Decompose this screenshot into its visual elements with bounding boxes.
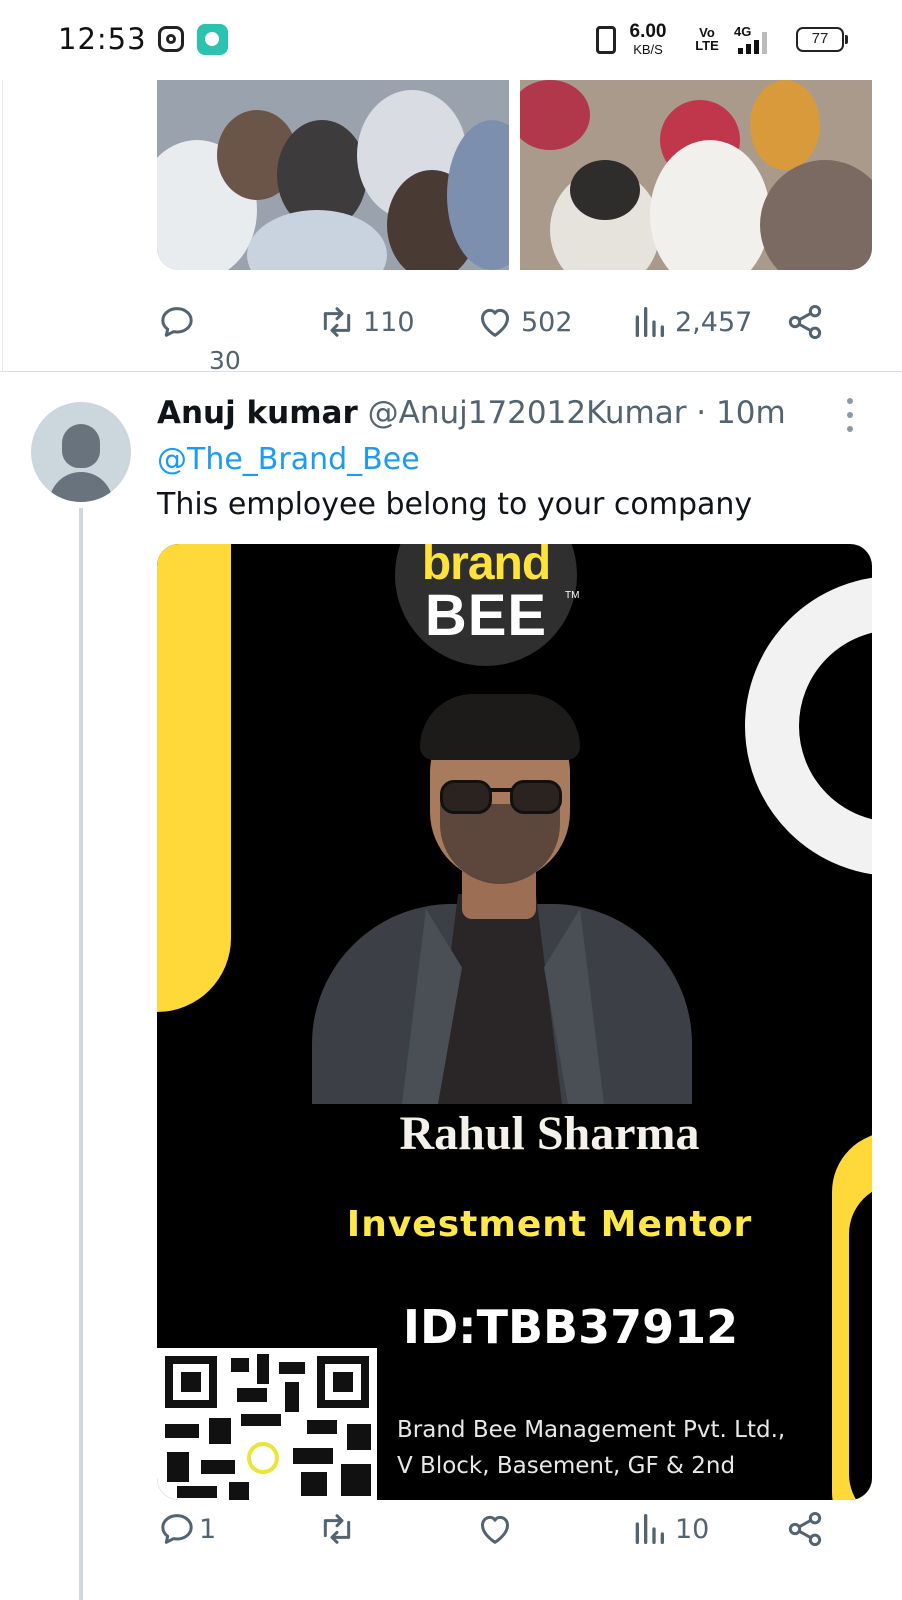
vibrate-icon <box>596 26 616 54</box>
sunglasses <box>440 780 492 814</box>
like-count: 502 <box>521 306 573 338</box>
media-photo-right[interactable] <box>520 80 872 270</box>
retweet-icon <box>323 1514 351 1544</box>
status-bar: 12:53 6.00 KB/S Vo LTE 4G 77 <box>0 0 902 80</box>
heart-icon <box>481 1515 509 1544</box>
decorative-yellow-shape <box>157 544 231 1012</box>
previous-tweet-actions: 110 502 2,457 <box>157 300 847 344</box>
tweet-timestamp[interactable]: · 10m <box>696 395 785 431</box>
status-time: 12:53 <box>58 22 147 56</box>
author-handle[interactable]: @Anuj172012Kumar <box>368 395 687 431</box>
network-speed: 6.00 KB/S <box>629 21 667 57</box>
reply-icon <box>161 1514 193 1544</box>
decorative-ring <box>745 576 872 876</box>
reply-count: 1 <box>199 1513 217 1545</box>
views-icon <box>635 307 664 337</box>
share-icon <box>788 305 822 339</box>
like-button[interactable] <box>475 1507 521 1551</box>
retweet-button[interactable]: 110 <box>317 300 415 344</box>
share-button[interactable] <box>785 1507 825 1551</box>
more-options-button[interactable] <box>838 396 862 436</box>
author-name[interactable]: Anuj kumar <box>157 395 358 431</box>
network-type: 4G <box>734 24 752 39</box>
tweet-actions: 1 10 <box>157 1507 847 1551</box>
qr-code <box>157 1348 377 1500</box>
tweet-header: Anuj kumar @Anuj172012Kumar · 10m <box>157 395 817 435</box>
instagram-icon <box>158 26 184 52</box>
signal-icon: 4G <box>734 24 776 56</box>
thread-line <box>79 508 83 1600</box>
previous-tweet-media[interactable] <box>157 80 872 270</box>
logo-tm: TM <box>565 590 580 601</box>
heart-icon <box>481 308 509 337</box>
retweet-count: 110 <box>363 306 415 338</box>
views-button[interactable]: 2,457 <box>629 300 752 344</box>
mention-link[interactable]: @The_Brand_Bee <box>157 442 420 477</box>
share-icon <box>788 1512 822 1546</box>
avatar[interactable] <box>31 402 131 502</box>
battery-icon: 77 <box>796 27 848 52</box>
employee-photo <box>312 694 692 1104</box>
volte-indicator: Vo LTE <box>695 25 719 53</box>
logo-bee-text: BEE <box>424 583 548 648</box>
view-count: 2,457 <box>675 306 753 338</box>
default-avatar-icon <box>62 424 100 468</box>
views-icon <box>635 1514 664 1544</box>
employee-role: Investment Mentor <box>346 1204 753 1245</box>
messenger-app-icon <box>197 24 228 55</box>
views-button[interactable]: 10 <box>629 1507 709 1551</box>
media-photo-left[interactable] <box>157 80 509 270</box>
share-button[interactable] <box>785 300 825 344</box>
reply-button[interactable]: 1 <box>157 1507 216 1551</box>
tweet-media-image[interactable]: brand BEE TM Rahul Sharma Investment Men… <box>157 544 872 1500</box>
company-address: Brand Bee Management Pvt. Ltd., V Block,… <box>397 1417 786 1479</box>
view-count: 10 <box>675 1513 710 1545</box>
tweet-text: This employee belong to your company <box>157 487 753 522</box>
retweet-button[interactable] <box>317 1507 363 1551</box>
reply-button[interactable] <box>157 300 197 344</box>
reply-icon <box>161 307 193 337</box>
qr-logo-icon <box>247 1442 279 1474</box>
employee-id: ID:TBB37912 <box>402 1300 739 1354</box>
more-dots-icon <box>847 398 853 404</box>
tweet-divider <box>0 371 902 372</box>
previous-thread-line <box>2 80 3 371</box>
employee-name: Rahul Sharma <box>399 1107 700 1160</box>
like-button[interactable]: 502 <box>475 300 573 344</box>
retweet-icon <box>323 307 351 337</box>
